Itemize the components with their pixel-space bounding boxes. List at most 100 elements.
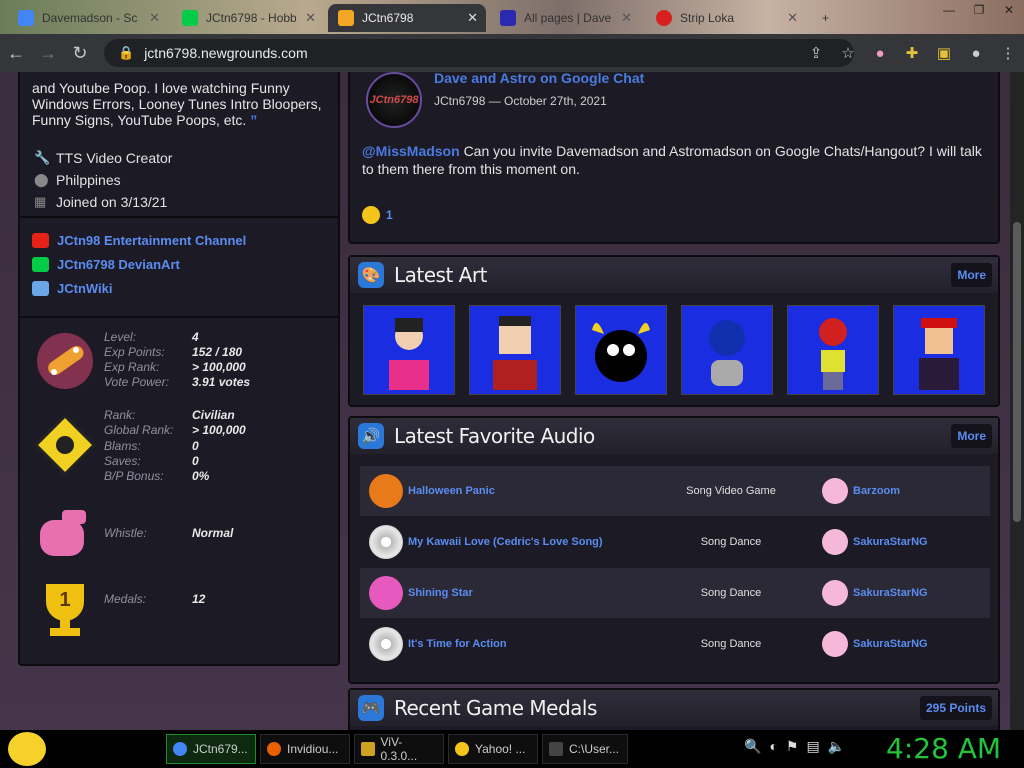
exp-points-value: 152 / 180 [192, 345, 243, 359]
os-taskbar: JCtn679... Invidiou... ViV-0.3.0... Yaho… [0, 730, 1024, 768]
art-thumbnail[interactable] [787, 305, 879, 395]
profile-stats: Level: 4 Exp Points: 152 / 180 Exp Rank: > … [32, 328, 332, 646]
profile-icon[interactable]: ● [960, 45, 992, 62]
firefox-icon [267, 742, 281, 756]
audio-row[interactable]: Halloween Panic Song Video Game Barzoom [360, 466, 990, 516]
divider [20, 216, 338, 218]
close-window-icon[interactable]: ✕ [994, 0, 1024, 22]
cd-disc-icon [369, 525, 403, 559]
tab-1[interactable]: Davemadson - Sc ✕ [8, 4, 168, 32]
browser-toolbar: ← → ↻ 🔒 jctn6798.newgrounds.com ⇪ ☆ ● ✚ … [0, 34, 1024, 72]
deviantart-icon [182, 10, 198, 26]
whistle-icon [40, 510, 86, 556]
flag-icon[interactable]: ⚑ [786, 738, 799, 755]
share-icon[interactable]: ⇪ [800, 44, 832, 62]
wiki-icon [500, 10, 516, 26]
medal-stats: 1 Medals: 12 [32, 576, 332, 646]
art-thumbnail[interactable] [681, 305, 773, 395]
start-button[interactable] [8, 732, 46, 766]
close-icon[interactable]: ✕ [621, 10, 632, 26]
scrollbar-thumb[interactable] [1013, 222, 1021, 522]
avatar[interactable]: JCtn6798 [366, 72, 422, 128]
link-wiki[interactable]: JCtnWiki [32, 276, 246, 300]
trophy-icon: 1 [46, 584, 84, 636]
avatar[interactable] [822, 529, 848, 555]
volume-icon[interactable]: 🔈 [828, 738, 845, 755]
art-thumbnail[interactable] [469, 305, 561, 395]
maximize-icon[interactable]: ❐ [964, 0, 994, 22]
avatar[interactable] [822, 631, 848, 657]
more-button[interactable]: More [951, 263, 992, 287]
skateboard-level-icon [37, 333, 93, 389]
close-icon[interactable]: ✕ [787, 10, 798, 26]
post-title[interactable]: Dave and Astro on Google Chat [434, 72, 644, 86]
rank-stats: Rank: Civilian Global Rank: > 100,000 Blam… [32, 408, 332, 500]
network-icon[interactable]: ▤ [806, 738, 819, 755]
audio-row[interactable]: Shining Star Song Dance SakuraStarNG [360, 568, 990, 618]
points-badge[interactable]: 295 Points [919, 696, 992, 720]
section-title: Latest Favorite Audio [394, 424, 595, 448]
link-youtube[interactable]: JCtn98 Entertainment Channel [32, 228, 246, 252]
art-thumbnail[interactable] [893, 305, 985, 395]
link-deviantart[interactable]: JCtn6798 DevianArt [32, 252, 246, 276]
avatar[interactable] [822, 478, 848, 504]
calendar-icon: ▦ [34, 194, 47, 209]
medals-value: 12 [192, 592, 206, 606]
forward-icon[interactable]: → [32, 43, 64, 64]
reaction-button[interactable]: 1 [362, 206, 393, 224]
art-thumbnail[interactable] [363, 305, 455, 395]
taskbar-item-chrome[interactable]: JCtn679... [166, 734, 256, 764]
taskbar-item-viv[interactable]: ViV-0.3.0... [354, 734, 444, 764]
taskbar-item-cmd[interactable]: C:\User... [542, 734, 628, 764]
close-icon[interactable]: ✕ [305, 10, 316, 26]
new-tab-button[interactable]: + [812, 4, 842, 32]
search-icon[interactable]: 🔍 [744, 738, 761, 755]
sidepanel-icon[interactable]: ▣ [928, 44, 960, 62]
terminal-icon [549, 742, 563, 756]
rank-value: Civilian [192, 408, 235, 422]
art-thumbnail[interactable] [575, 305, 667, 395]
cd-disc-icon [369, 627, 403, 661]
back-icon[interactable]: ← [0, 43, 32, 64]
reload-icon[interactable]: ↻ [64, 43, 96, 64]
profile-sidebar: and Youtube Poop. I love watching Funny … [18, 72, 340, 666]
extension-flag-icon[interactable]: ● [864, 45, 896, 62]
art-thumbnails [363, 305, 985, 395]
browser-tab-strip: Davemadson - Sc✕ JCtn6798 - Hobbyist | D… [0, 0, 1024, 34]
address-bar[interactable]: 🔒 jctn6798.newgrounds.com [104, 39, 854, 67]
divider [20, 316, 338, 318]
profile-bio: and Youtube Poop. I love watching Funny … [32, 80, 322, 128]
rank-sign-icon [33, 413, 97, 477]
close-icon[interactable]: ✕ [467, 10, 478, 26]
star-icon[interactable]: ☆ [832, 44, 864, 62]
menu-icon[interactable]: ⋮ [992, 44, 1024, 62]
more-button[interactable]: More [951, 424, 992, 448]
audio-row[interactable]: My Kawaii Love (Cedric's Love Song) Song… [360, 517, 990, 567]
taskbar-item-firefox[interactable]: Invidiou... [260, 734, 350, 764]
tab-2[interactable]: JCtn6798 - Hobbyist | DeviantArt✕ [172, 4, 324, 32]
avatar[interactable] [822, 580, 848, 606]
close-icon[interactable]: ✕ [149, 10, 160, 26]
puzzle-icon[interactable]: ✚ [896, 44, 928, 62]
mention-link[interactable]: @MissMadson [362, 143, 460, 159]
status-icon[interactable]: ◐ [769, 738, 777, 755]
wiki-icon [32, 280, 49, 296]
deviantart-icon [32, 256, 49, 272]
system-tray: 🔍 ◐ ⚑ ▤ 🔈 [744, 738, 845, 755]
tab-5[interactable]: Strip Loka ✕ [646, 4, 806, 32]
lock-icon[interactable]: 🔒 [118, 45, 134, 61]
clock[interactable]: 4:28 AM [886, 732, 1001, 765]
tab-4[interactable]: All pages | Dave ✕ [490, 4, 640, 32]
viv-icon [361, 742, 375, 756]
taskbar-item-yahoo[interactable]: Yahoo! ... [448, 734, 538, 764]
page-scrollbar[interactable] [1010, 72, 1024, 730]
level-value: 4 [192, 330, 199, 344]
bp-bonus-value: 0% [192, 469, 210, 483]
tab-3[interactable]: JCtn6798 ✕ [328, 4, 486, 32]
youtube-icon [32, 232, 49, 248]
svg-text:1: 1 [59, 589, 70, 611]
audio-row[interactable]: It's Time for Action Song Dance SakuraSt… [360, 619, 990, 669]
latest-art-header: 🎨 Latest Art More [350, 257, 998, 293]
quote-icon: ” [250, 112, 258, 128]
minimize-icon[interactable]: — [934, 0, 964, 22]
